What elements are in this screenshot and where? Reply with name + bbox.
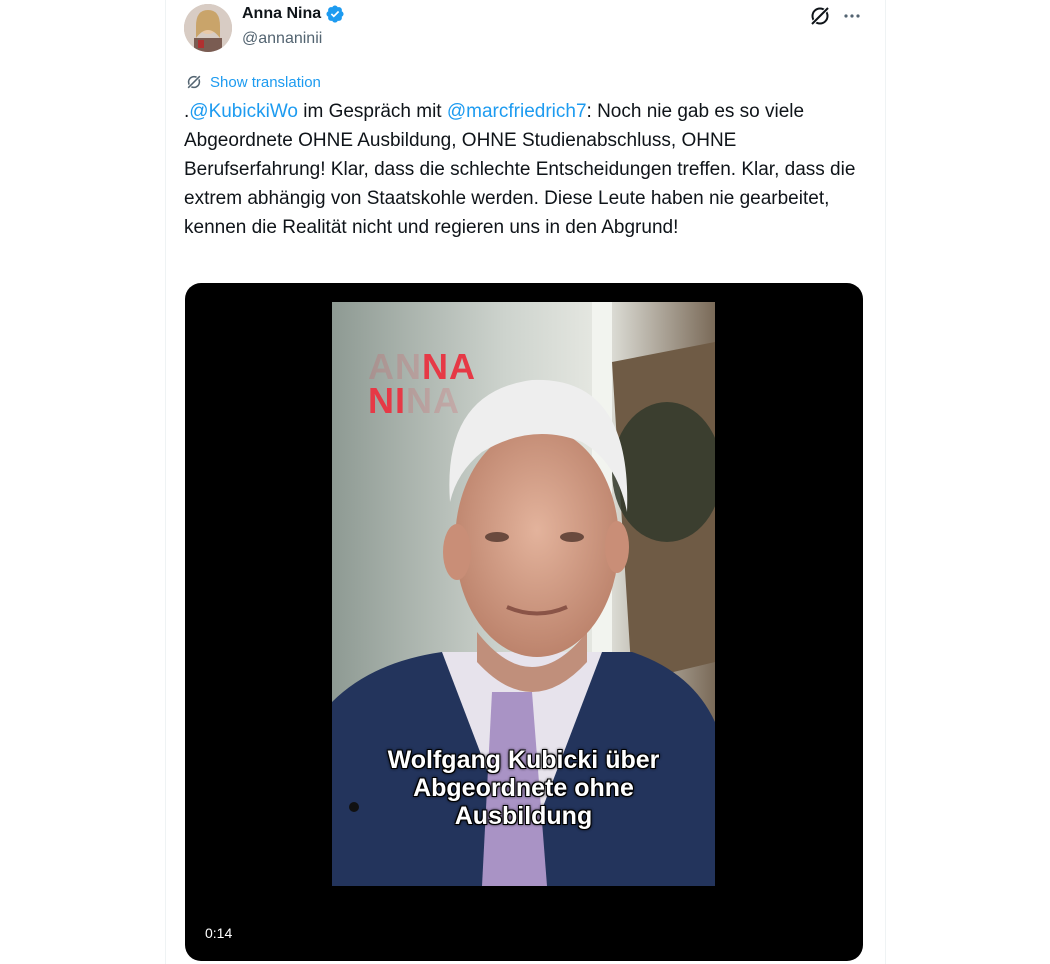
translate-icon <box>187 75 201 89</box>
mention-kubickiwo[interactable]: @KubickiWo <box>189 101 298 122</box>
logo-text-2: NI <box>368 380 406 421</box>
mention-marcfriedrich7[interactable]: @marcfriedrich7 <box>447 101 587 122</box>
verified-badge-icon <box>326 5 344 23</box>
video-duration: 0:14 <box>199 923 239 943</box>
tweet-middle: im Gespräch mit <box>297 101 447 122</box>
channel-logo: ANNA NINA <box>368 349 476 421</box>
author-name[interactable]: Anna Nina <box>242 5 321 23</box>
video-caption: Wolfgang Kubicki über Abgeordnete ohne A… <box>332 746 715 830</box>
grok-icon[interactable] <box>808 4 832 28</box>
logo-text-faint-2: NA <box>406 380 460 421</box>
more-icon[interactable] <box>840 4 864 28</box>
video-player[interactable]: ANNA NINA Wolfgang Kubicki über Abgeordn… <box>185 283 863 961</box>
avatar[interactable] <box>184 4 232 52</box>
show-translation-label[interactable]: Show translation <box>210 74 321 91</box>
author-handle[interactable]: @annaninii <box>242 30 322 48</box>
video-frame[interactable]: ANNA NINA Wolfgang Kubicki über Abgeordn… <box>332 302 715 886</box>
caption-line-3: Ausbildung <box>454 802 593 830</box>
caption-line-1: Wolfgang Kubicki über <box>387 746 660 774</box>
show-translation-link[interactable]: Show translation <box>184 72 321 92</box>
caption-line-2: Abgeordnete ohne <box>413 774 634 802</box>
tweet-text: .@KubickiWo im Gespräch mit @marcfriedri… <box>184 97 864 242</box>
